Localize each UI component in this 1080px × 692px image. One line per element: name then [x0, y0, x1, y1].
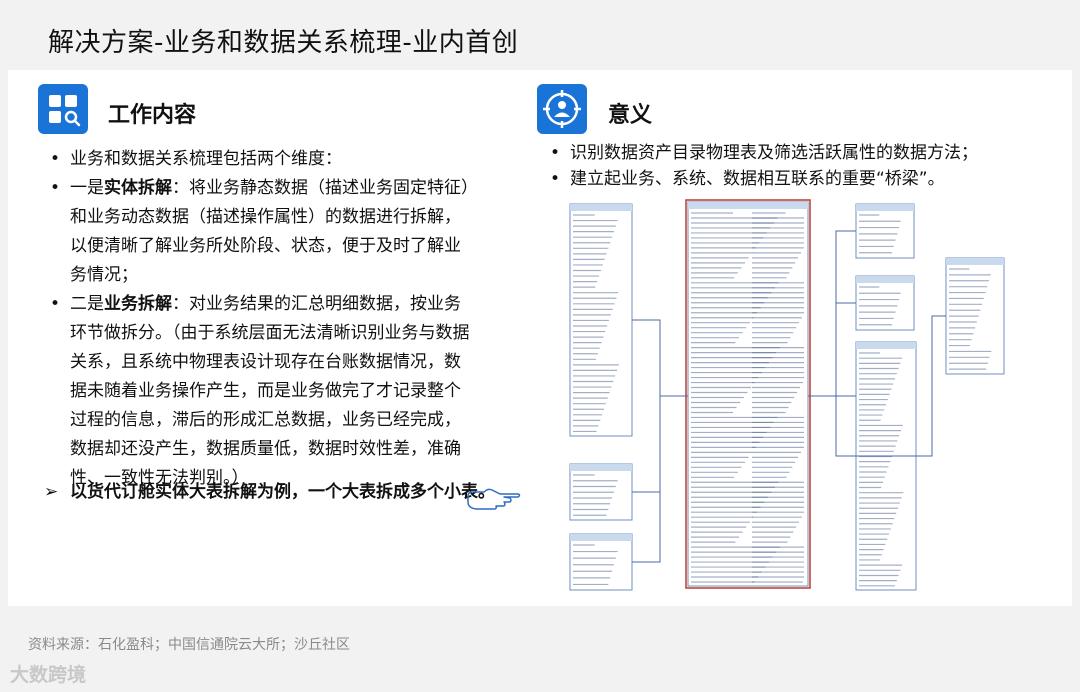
source-note: 资料来源：石化盈科；中国信通院云大所；沙丘社区 — [28, 637, 350, 653]
significance-heading: 意义 — [608, 103, 653, 128]
relation-connector — [632, 396, 661, 493]
small-table-6-header — [856, 342, 916, 349]
list-item: • 识别数据资产目录物理表及筛选活跃属性的数据方法； — [550, 143, 978, 163]
big-table — [687, 201, 809, 587]
small-table-2-header — [570, 464, 632, 471]
brand-logo: 大数跨境 — [10, 664, 87, 686]
relation-connector — [808, 230, 856, 397]
work-content-list: • 业务和数据关系梳理包括两个维度： • 一是实体拆解：将业务静态数据（描述业务… — [44, 145, 474, 493]
small-table-4-header — [856, 204, 914, 211]
small-table-5-header — [856, 276, 914, 283]
hand-pointer-icon — [466, 486, 522, 516]
table-split-diagram — [569, 199, 1005, 591]
grid-search-icon — [38, 84, 88, 134]
small-table-1-header — [570, 204, 632, 211]
page-title: 解决方案-业务和数据关系梳理-业内首创 — [48, 28, 519, 58]
list-item: • 建立起业务、系统、数据相互联系的重要“桥梁”。 — [550, 169, 945, 189]
target-person-icon — [537, 84, 587, 134]
list-item: • 业务和数据关系梳理包括两个维度： — [50, 149, 342, 169]
small-table-5 — [855, 275, 915, 331]
list-item: • 一是实体拆解：将业务静态数据（描述业务固定特征）和业务动态数据（描述操作属性… — [50, 178, 470, 285]
small-table-4 — [855, 203, 915, 259]
small-table-3-header — [570, 534, 632, 541]
work-content-heading: 工作内容 — [108, 103, 197, 128]
small-table-3 — [569, 533, 633, 591]
significance-list: • 识别数据资产目录物理表及筛选活跃属性的数据方法； • 建立起业务、系统、数据… — [544, 140, 1044, 192]
relation-connector — [632, 492, 661, 563]
example-note: ➢ 以货代订舱实体大表拆解为例，一个大表拆成多个小表。 — [44, 478, 500, 507]
list-item: • 二是业务拆解：对业务结果的汇总明细数据，按业务环节做拆分。（由于系统层面无法… — [50, 294, 470, 488]
big-table-header — [688, 202, 808, 209]
relation-connector — [632, 319, 688, 397]
small-table-7-header — [946, 258, 1004, 265]
arrow-marker: ➢ — [44, 482, 59, 502]
